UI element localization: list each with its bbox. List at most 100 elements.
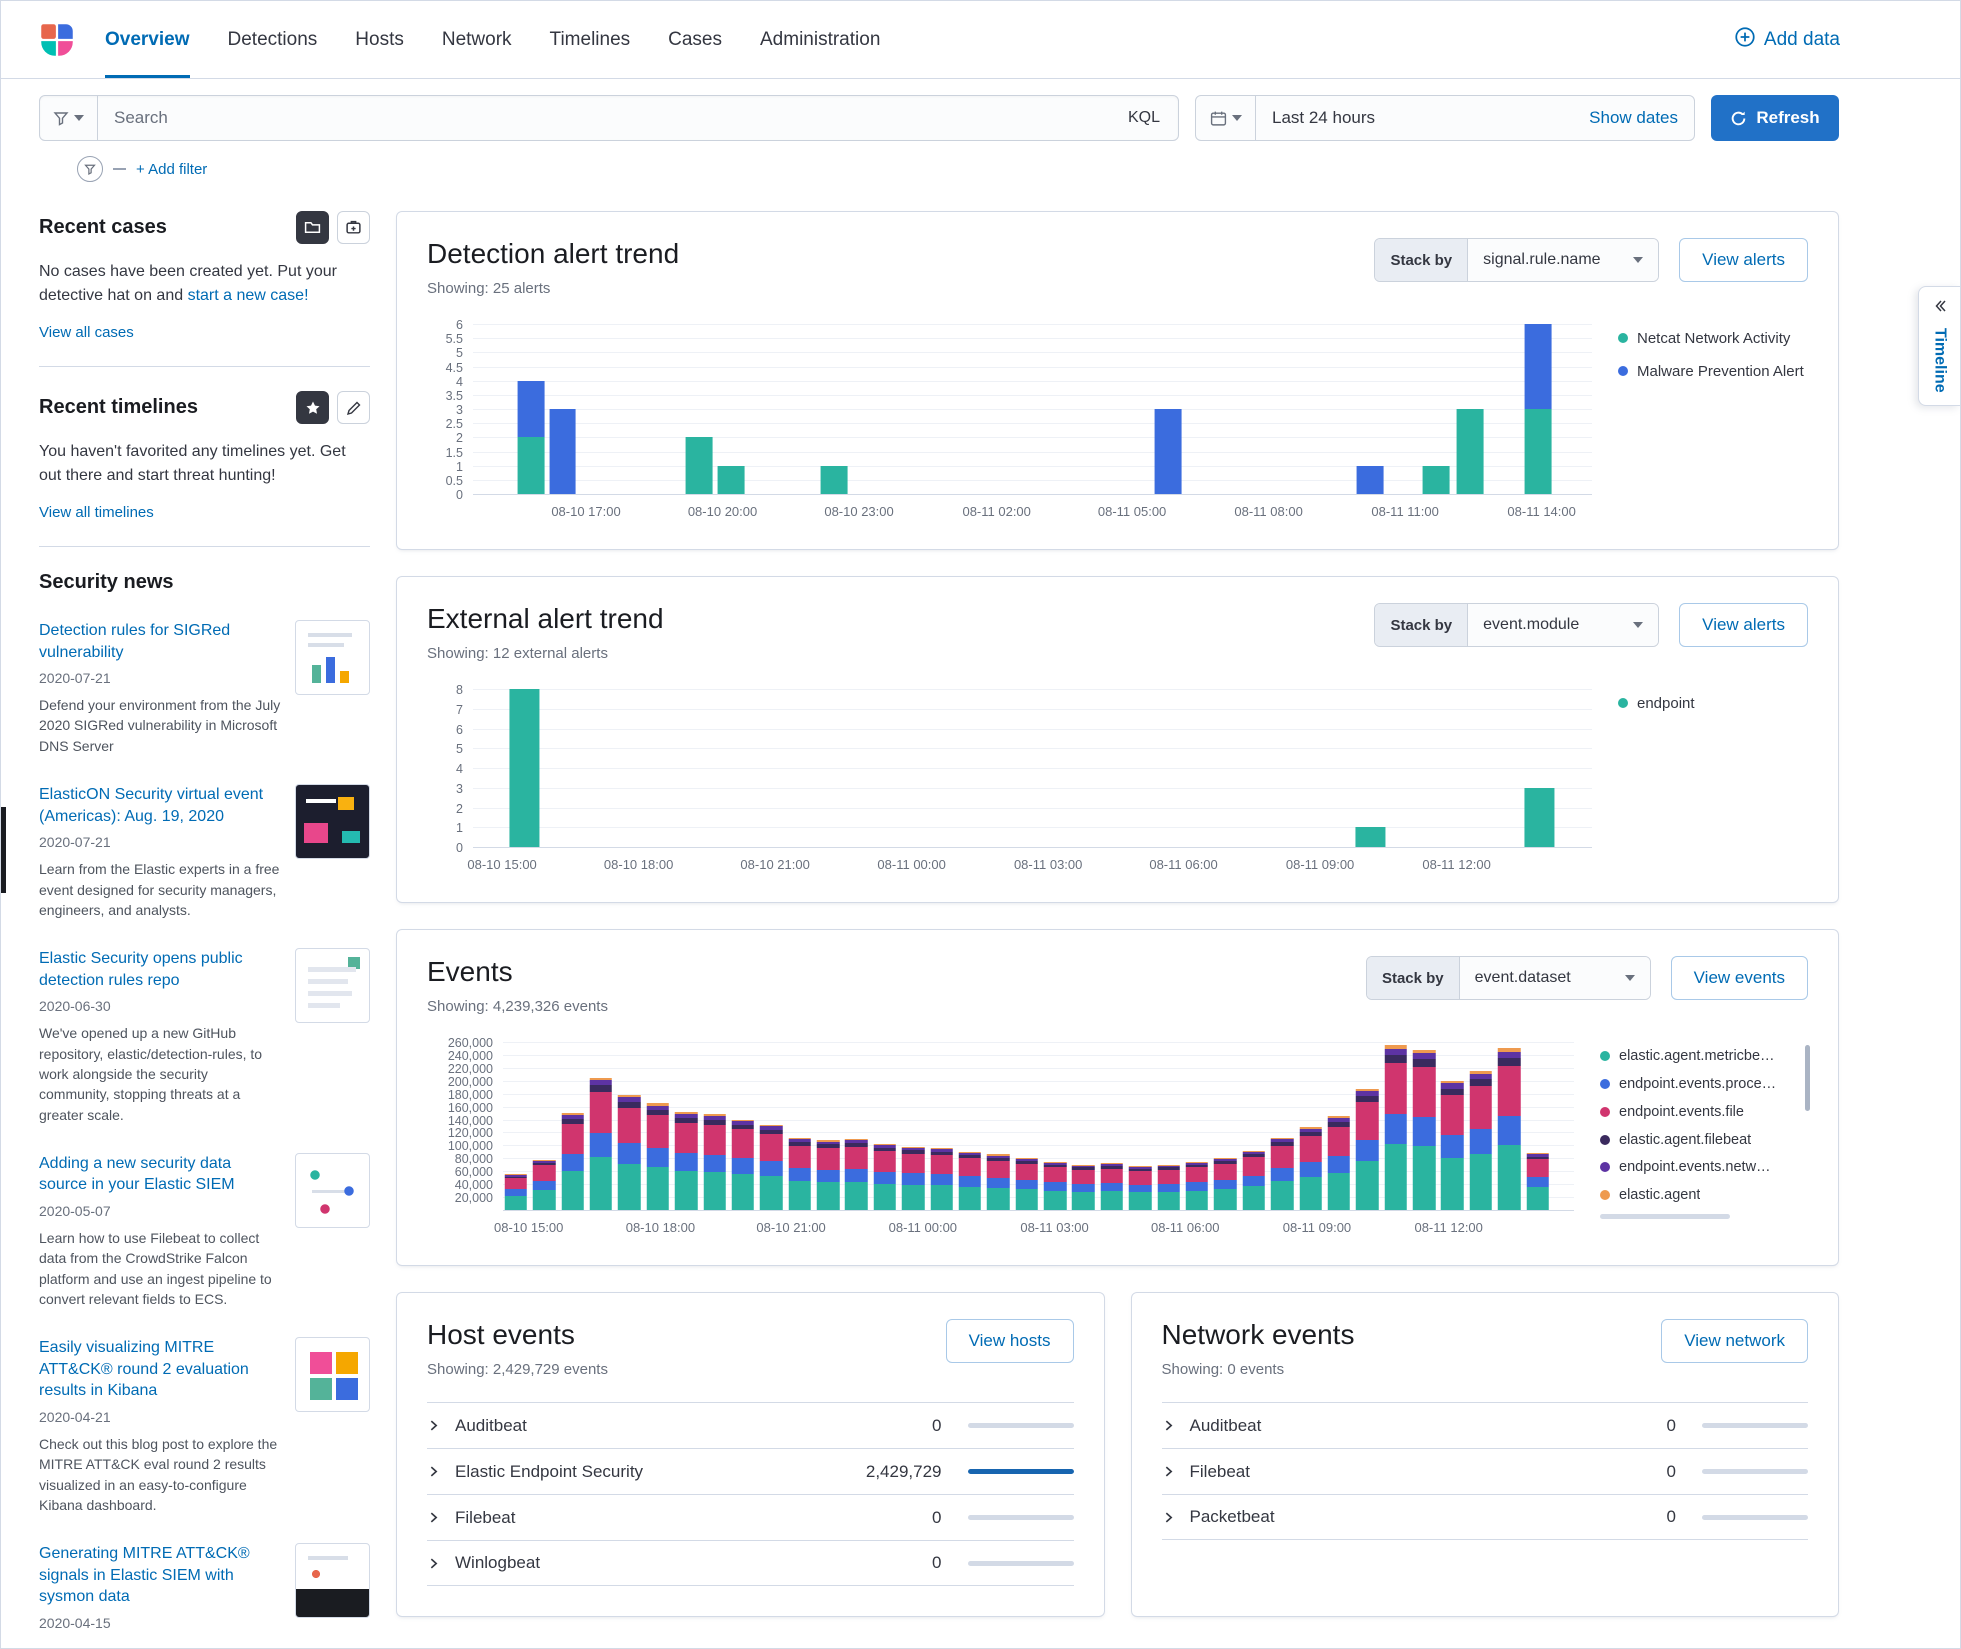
view-all-cases-link[interactable]: View all cases bbox=[39, 324, 134, 341]
host-event-row[interactable]: Auditbeat 0 bbox=[427, 1402, 1074, 1448]
chart-bar bbox=[1128, 1166, 1152, 1210]
x-axis-label: 08-11 11:00 bbox=[1371, 504, 1439, 519]
legend-item[interactable]: endpoint bbox=[1618, 694, 1808, 714]
add-data-link[interactable]: Add data bbox=[1735, 26, 1840, 53]
news-title-link[interactable]: ElasticON Security virtual event (Americ… bbox=[39, 784, 281, 827]
gridline bbox=[473, 352, 1592, 354]
news-description: Defend your environment from the July 20… bbox=[39, 697, 281, 754]
tab-network[interactable]: Network bbox=[442, 1, 512, 78]
legend-item[interactable]: elastic.agent.metricbe… bbox=[1600, 1047, 1808, 1066]
date-picker-calendar-button[interactable] bbox=[1196, 96, 1256, 140]
add-filter-link[interactable]: + Add filter bbox=[136, 161, 207, 178]
timeline-flyout-tab[interactable]: Timeline bbox=[1918, 286, 1960, 406]
view-network-button[interactable]: View network bbox=[1661, 1319, 1808, 1363]
recent-timelines-empty-text: You haven't favorited any timelines yet.… bbox=[39, 443, 346, 484]
stack-by-label: Stack by bbox=[1375, 239, 1469, 281]
legend-item[interactable]: endpoint.events.file bbox=[1600, 1103, 1808, 1122]
news-thumbnail[interactable] bbox=[295, 948, 370, 1024]
host-event-row[interactable]: Elastic Endpoint Security 2,429,729 bbox=[427, 1448, 1074, 1494]
chevron-right-icon bbox=[1162, 1465, 1190, 1478]
news-thumbnail[interactable] bbox=[295, 1152, 370, 1228]
elastic-security-logo-icon[interactable] bbox=[39, 22, 75, 58]
legend-item[interactable]: endpoint.events.netw… bbox=[1600, 1158, 1808, 1177]
stack-by-select[interactable]: Stack by event.module bbox=[1374, 603, 1660, 647]
time-range-value[interactable]: Last 24 hours bbox=[1256, 108, 1391, 128]
stack-by-select[interactable]: Stack by signal.rule.name bbox=[1374, 238, 1660, 282]
chart-bar bbox=[930, 1148, 953, 1210]
recent-cases-title: Recent cases bbox=[39, 216, 167, 238]
event-source-name: Winlogbeat bbox=[455, 1553, 541, 1572]
news-thumbnail[interactable] bbox=[295, 1543, 370, 1619]
tab-overview[interactable]: Overview bbox=[105, 1, 190, 78]
stack-by-label: Stack by bbox=[1375, 604, 1469, 646]
news-title-link[interactable]: Elastic Security opens public detection … bbox=[39, 948, 281, 991]
external-alert-trend-panel: External alert trend Showing: 12 externa… bbox=[396, 576, 1839, 903]
y-axis-label: 5.5 bbox=[445, 332, 463, 347]
network-event-row[interactable]: Filebeat 0 bbox=[1161, 1448, 1808, 1494]
legend-label: elastic.agent bbox=[1619, 1187, 1701, 1204]
news-title-link[interactable]: Easily visualizing MITRE ATT&CK® round 2… bbox=[39, 1337, 281, 1402]
news-title-link[interactable]: Adding a new security data source in you… bbox=[39, 1153, 281, 1196]
x-axis-label: 08-11 06:00 bbox=[1151, 1220, 1220, 1235]
view-all-timelines-link[interactable]: View all timelines bbox=[39, 504, 154, 521]
view-hosts-button[interactable]: View hosts bbox=[945, 1319, 1074, 1363]
chart-bar bbox=[561, 1113, 584, 1210]
showing-count: Showing: 12 external alerts bbox=[427, 645, 608, 662]
chart-bar bbox=[1423, 465, 1450, 494]
refresh-button[interactable]: Refresh bbox=[1711, 95, 1839, 141]
news-title-link[interactable]: Generating MITRE ATT&CK® signals in Elas… bbox=[39, 1543, 281, 1608]
chart-bar bbox=[1270, 1137, 1294, 1210]
event-count: 0 bbox=[932, 1507, 942, 1527]
recent-timelines-title: Recent timelines bbox=[39, 396, 198, 418]
news-item: Elastic Security opens public detection … bbox=[39, 948, 370, 1125]
legend-label: elastic.agent.metricbe… bbox=[1619, 1048, 1775, 1064]
legend-scrollbar-vertical[interactable] bbox=[1805, 1045, 1810, 1111]
start-new-case-link[interactable]: start a new case! bbox=[188, 287, 309, 304]
all-cases-icon-button[interactable] bbox=[296, 211, 329, 244]
legend-item[interactable]: elastic.agent bbox=[1600, 1186, 1808, 1205]
host-event-row[interactable]: Filebeat 0 bbox=[427, 1494, 1074, 1540]
view-alerts-button[interactable]: View alerts bbox=[1679, 238, 1808, 282]
network-event-row[interactable]: Packetbeat 0 bbox=[1161, 1494, 1808, 1540]
legend-label: Netcat Network Activity bbox=[1637, 330, 1791, 347]
tab-hosts[interactable]: Hosts bbox=[355, 1, 404, 78]
view-events-button[interactable]: View events bbox=[1670, 956, 1808, 1000]
tab-cases[interactable]: Cases bbox=[668, 1, 722, 78]
y-axis-label: 60,000 bbox=[454, 1165, 493, 1180]
news-thumbnail[interactable] bbox=[295, 620, 370, 695]
news-thumbnail[interactable] bbox=[295, 784, 370, 860]
security-overview-page: Overview Detections Hosts Network Timeli… bbox=[0, 0, 1961, 1649]
stack-by-select[interactable]: Stack by event.dataset bbox=[1365, 956, 1651, 1000]
network-event-row[interactable]: Auditbeat 0 bbox=[1161, 1402, 1808, 1448]
network-events-list: Auditbeat 0 Filebeat 0 Packetbeat 0 bbox=[1161, 1402, 1808, 1540]
tab-administration[interactable]: Administration bbox=[760, 1, 880, 78]
y-axis-label: 6 bbox=[456, 722, 463, 737]
filter-options-button[interactable] bbox=[77, 156, 103, 182]
query-language-label[interactable]: KQL bbox=[1110, 109, 1178, 127]
show-dates-link[interactable]: Show dates bbox=[1589, 108, 1694, 128]
chart-bar bbox=[1384, 1045, 1407, 1210]
y-axis-label: 100,000 bbox=[447, 1139, 493, 1154]
new-timeline-button[interactable] bbox=[337, 391, 370, 424]
news-title-link[interactable]: Detection rules for SIGRed vulnerability bbox=[39, 620, 281, 663]
legend-item[interactable]: endpoint.events.proce… bbox=[1600, 1075, 1808, 1094]
legend-scrollbar-horizontal[interactable] bbox=[1600, 1214, 1730, 1220]
favorite-timelines-button[interactable] bbox=[296, 391, 329, 424]
y-axis: 20,000 40,000 60,000 80,000 100,000 120,000 14… bbox=[427, 1036, 503, 1211]
sidebar-divider bbox=[39, 366, 370, 367]
legend-item[interactable]: elastic.agent.filebeat bbox=[1600, 1131, 1808, 1150]
event-source-name: Filebeat bbox=[1189, 1461, 1250, 1481]
tab-timelines[interactable]: Timelines bbox=[550, 1, 631, 78]
saved-query-menu-button[interactable] bbox=[40, 96, 98, 140]
x-axis: 08-10 17:00 08-10 20:00 08-10 23:00 08-11 0… bbox=[473, 495, 1592, 523]
tab-detections[interactable]: Detections bbox=[228, 1, 318, 78]
view-alerts-button[interactable]: View alerts bbox=[1679, 603, 1808, 647]
legend-item[interactable]: Netcat Network Activity bbox=[1618, 329, 1808, 349]
news-thumbnail[interactable] bbox=[295, 1337, 370, 1413]
legend-item[interactable]: Malware Prevention Alert bbox=[1618, 362, 1808, 382]
search-input[interactable] bbox=[98, 108, 1110, 128]
host-event-row[interactable]: Winlogbeat 0 bbox=[427, 1540, 1074, 1586]
legend-label: endpoint.events.file bbox=[1619, 1103, 1744, 1120]
create-case-icon-button[interactable] bbox=[337, 211, 370, 244]
chart-plot bbox=[503, 1042, 1574, 1211]
